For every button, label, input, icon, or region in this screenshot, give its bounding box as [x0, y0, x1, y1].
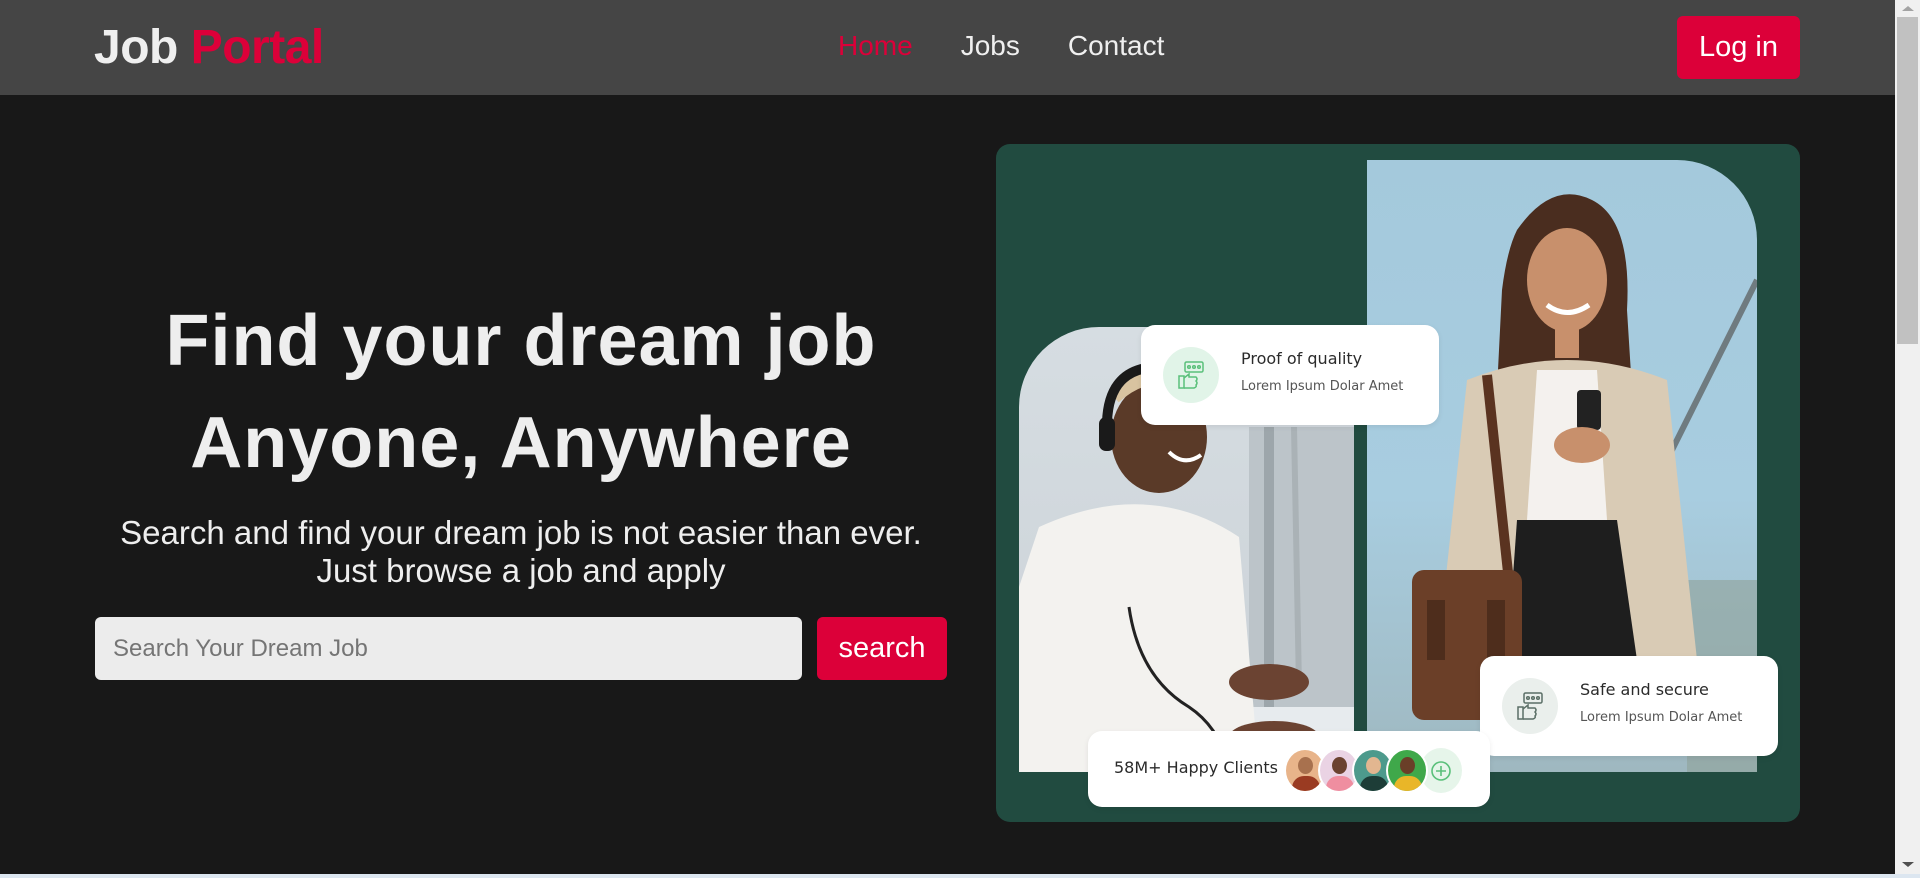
hero-text: Find your dream job Anyone, Anywhere Sea…: [94, 290, 948, 590]
horizontal-scrollbar[interactable]: [0, 874, 1920, 878]
login-button[interactable]: Log in: [1677, 16, 1800, 79]
thumbs-up-review-icon: [1163, 347, 1219, 403]
page-viewport: Job Portal Home Jobs Contact Log in Find…: [0, 0, 1895, 874]
hero-subtitle-line2: Just browse a job and apply: [316, 552, 726, 589]
vertical-scrollbar[interactable]: [1895, 0, 1920, 874]
safe-and-secure-card: Safe and secure Lorem Ipsum Dolar Amet: [1480, 656, 1778, 756]
logo[interactable]: Job Portal: [94, 20, 324, 75]
scroll-down-arrow-icon[interactable]: [1902, 862, 1914, 867]
nav-jobs[interactable]: Jobs: [961, 30, 1020, 62]
client-avatars: [1284, 748, 1462, 793]
hero-subtitle-line1: Search and find your dream job is not ea…: [120, 514, 922, 551]
scrollbar-thumb[interactable]: [1897, 17, 1918, 344]
search-button[interactable]: search: [817, 617, 947, 680]
hero-title-line2: Anyone, Anywhere: [190, 403, 852, 483]
nav-home[interactable]: Home: [838, 30, 913, 62]
hero-title-line1: Find your dream job: [165, 301, 877, 381]
thumbs-up-review-icon: [1502, 678, 1558, 734]
hero-subtitle: Search and find your dream job is not ea…: [94, 514, 948, 590]
happy-clients-card: 58M+ Happy Clients: [1088, 731, 1490, 807]
logo-job: Job: [94, 21, 178, 74]
proof-of-quality-card: Proof of quality Lorem Ipsum Dolar Amet: [1141, 325, 1439, 425]
search-bar: search: [95, 617, 947, 680]
main-nav: Home Jobs Contact: [838, 30, 1212, 62]
card-title: Safe and secure: [1580, 680, 1709, 699]
client-avatar: [1386, 748, 1428, 793]
happy-clients-label: 58M+ Happy Clients: [1114, 758, 1279, 777]
card-title: Proof of quality: [1241, 349, 1363, 368]
card-description: Lorem Ipsum Dolar Amet: [1241, 379, 1404, 394]
hero-title: Find your dream job Anyone, Anywhere: [94, 290, 948, 494]
card-description: Lorem Ipsum Dolar Amet: [1580, 710, 1743, 725]
scroll-up-arrow-icon[interactable]: [1902, 6, 1914, 11]
navbar: Job Portal Home Jobs Contact Log in: [0, 0, 1895, 95]
search-input[interactable]: [95, 617, 802, 680]
logo-portal: Portal: [190, 21, 325, 74]
nav-contact[interactable]: Contact: [1068, 30, 1165, 62]
showcase-panel: Proof of quality Lorem Ipsum Dolar Amet …: [996, 144, 1800, 822]
